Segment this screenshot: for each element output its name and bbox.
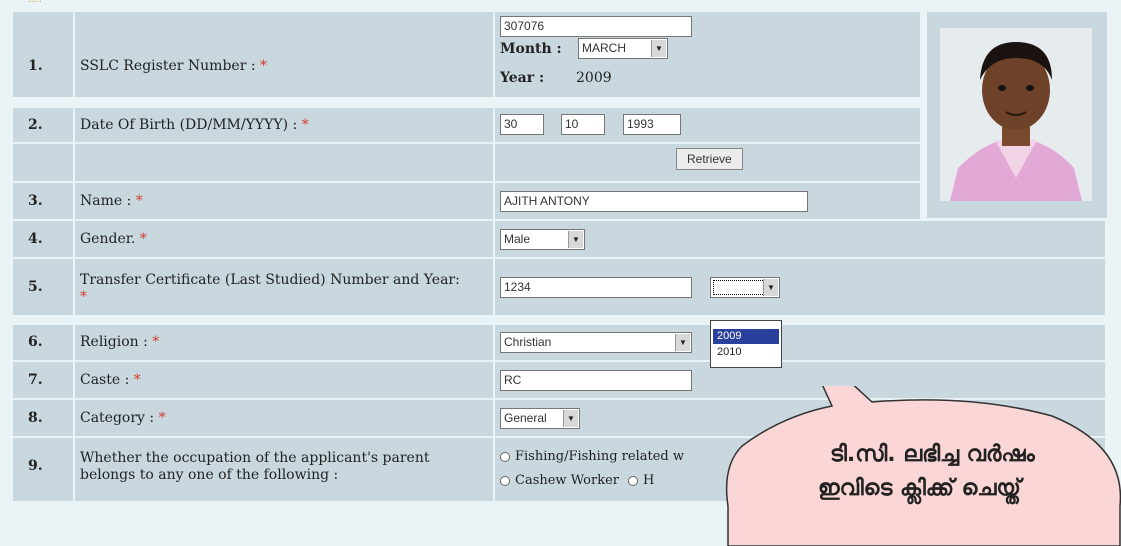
row-label: Category : * [80,410,166,427]
retrieve-button[interactable]: Retrieve [676,148,743,170]
row-number-cell [13,221,73,257]
row-number: 5. [28,279,43,295]
chevron-down-icon[interactable]: ▼ [563,410,578,427]
required-mark: * [133,372,141,388]
row-number: 1. [28,58,43,74]
row-label-cell [75,144,493,181]
row-number: 3. [28,193,43,209]
label-text: SSLC Register Number : [80,58,256,74]
chevron-down-icon[interactable]: ▼ [675,334,690,351]
required-mark: * [139,231,147,247]
form-row-6: 6. Religion : * Christian ▼ [0,325,1105,360]
header-fragment: ..... [28,0,42,5]
label-text: Date Of Birth (DD/MM/YYYY) : [80,117,298,133]
row-number: 6. [28,334,43,350]
label-text: Caste : [80,372,130,388]
row-number: 2. [28,117,43,133]
chevron-down-icon[interactable]: ▼ [651,40,666,57]
required-mark: * [80,289,87,305]
form-row-5: 5. Transfer Certificate (Last Studied) N… [0,259,1105,315]
row-number: 8. [28,410,43,426]
row-number: 7. [28,372,43,388]
name-input[interactable]: AJITH ANTONY [500,191,808,212]
month-value: MARCH [582,41,626,55]
gender-value: Male [504,232,531,246]
row-number-cell [13,259,73,315]
dob-year-input[interactable]: 1993 [623,114,681,135]
category-value: General [504,411,547,425]
form-row-retrieve: Retrieve [0,144,920,181]
required-mark: * [301,117,309,133]
radio-button[interactable] [500,451,510,462]
form-row-2: 2. Date Of Birth (DD/MM/YYYY) : * 30 10 … [0,108,920,142]
row-number: 4. [28,231,43,247]
tc-number-input[interactable]: 1234 [500,277,692,298]
row-label: Transfer Certificate (Last Studied) Numb… [80,272,460,306]
religion-select[interactable]: Christian ▼ [500,332,692,353]
required-mark: * [152,334,160,350]
row-label: Religion : * [80,334,159,351]
row-number-cell [13,144,73,181]
row-field-cell [495,108,920,142]
form-row-1: 1. SSLC Register Number : * 307076 Month… [0,12,920,97]
radio-button[interactable] [500,475,510,486]
category-select[interactable]: General ▼ [500,408,580,429]
year-label: Year : [500,70,545,86]
sslc-register-input[interactable]: 307076 [500,16,692,37]
chevron-down-icon[interactable]: ▼ [568,231,583,248]
row-number-cell [13,183,73,219]
row-label: Whether the occupation of the applicant'… [80,450,430,483]
callout-line-2: ഇവിടെ ക്ലിക്ക് ചെയ്ത് [818,476,1021,501]
row-number-cell [13,438,73,501]
row-number-cell [13,400,73,436]
required-mark: * [260,58,267,74]
applicant-photo [940,28,1092,201]
label-text: Category : [80,410,155,426]
radio-button[interactable] [628,475,638,486]
required-mark: * [135,193,143,209]
label-text: Religion : [80,334,148,350]
option-label: H [643,473,655,488]
tc-year-select[interactable]: ▼ [710,277,780,298]
row-label: Date Of Birth (DD/MM/YYYY) : * [80,117,309,134]
top-strip: ..... [0,0,1121,12]
caste-input[interactable]: RC [500,370,692,391]
dropdown-option-2009[interactable]: 2009 [713,329,779,344]
row-label: SSLC Register Number : * [80,58,267,75]
dob-day-input[interactable]: 30 [500,114,544,135]
row-number-cell [13,362,73,398]
label-text: Name : [80,193,132,209]
chevron-down-icon[interactable]: ▼ [763,279,778,296]
row-label-cell [75,12,493,97]
callout-line-1: ടി.സി. ലഭിച്ച വർഷം [830,442,1035,467]
occupation-option-cashew[interactable]: Cashew Worker [500,472,619,489]
required-mark: * [158,410,166,426]
gender-select[interactable]: Male ▼ [500,229,585,250]
row-label: Gender. * [80,231,147,248]
dob-month-input[interactable]: 10 [561,114,605,135]
row-number-cell [13,108,73,142]
form-row-3: 3. Name : * AJITH ANTONY [0,183,920,219]
applicant-photo-image [940,28,1092,201]
form-row-4: 4. Gender. * Male ▼ [0,221,1105,257]
row-number-cell [13,325,73,360]
row-number-cell [13,12,73,97]
year-value: 2009 [576,70,612,86]
row-field-cell [495,221,1105,257]
occupation-option-fishing[interactable]: Fishing/Fishing related w [500,448,684,465]
religion-value: Christian [504,335,552,349]
row-number: 9. [28,458,43,474]
month-label: Month : [500,41,562,57]
option-label: Fishing/Fishing related w [515,449,684,464]
label-text: Transfer Certificate (Last Studied) Numb… [80,272,460,288]
tc-year-dropdown-list: 2009 2010 [710,320,782,368]
label-text: Gender. [80,231,136,247]
option-label: Cashew Worker [515,473,619,488]
row-label: Caste : * [80,372,141,389]
row-label: Name : * [80,193,143,210]
month-select[interactable]: MARCH ▼ [578,38,668,59]
occupation-option-other[interactable]: H [628,472,654,489]
dropdown-option-2010[interactable]: 2010 [713,345,779,360]
